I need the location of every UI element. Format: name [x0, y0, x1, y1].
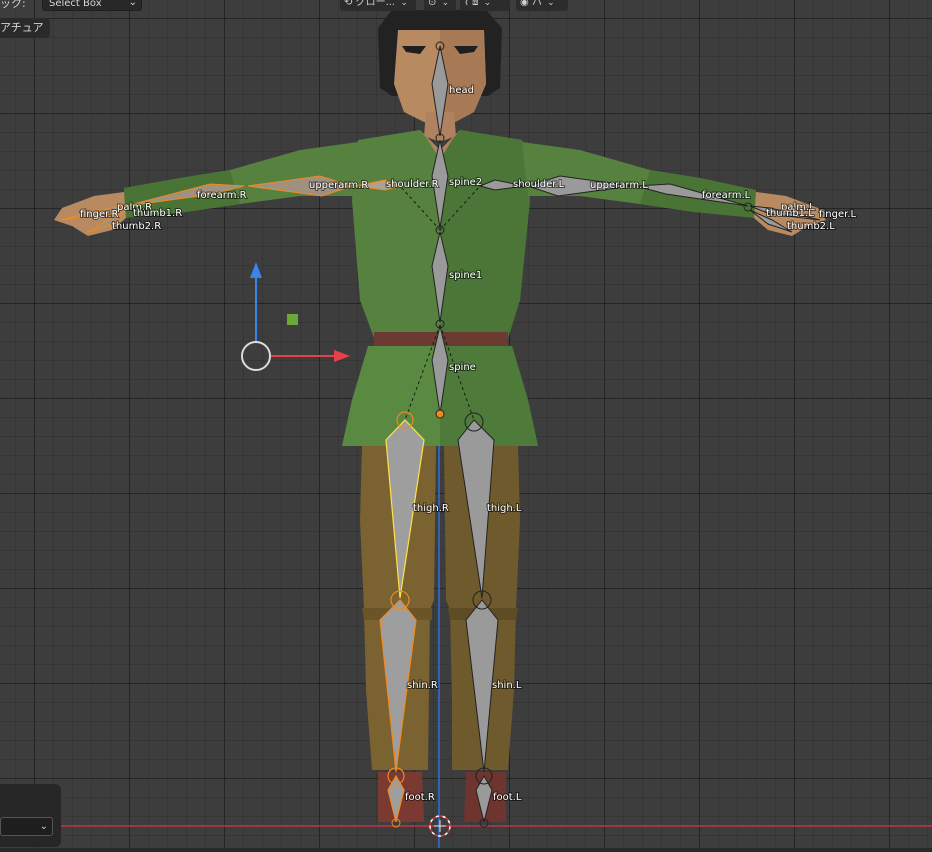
last-operator-panel[interactable]	[0, 784, 61, 847]
label-shoulder-r: shoulder.R	[386, 179, 439, 190]
snap-dropdown[interactable]: ⌇ ⧈ ⌄	[460, 0, 510, 11]
label-shoulder-l: shoulder.L	[513, 179, 565, 190]
gizmo-center-handle	[241, 341, 271, 371]
chevron-down-icon: ⌄	[128, 0, 137, 8]
status-strip	[0, 848, 932, 852]
label-spine1: spine1	[449, 270, 482, 281]
chevron-down-icon: ⌄	[400, 0, 408, 8]
operator-dropdown[interactable]: ⌄	[0, 817, 53, 836]
label-thigh-l: thigh.L	[487, 503, 522, 514]
label-head: head	[449, 85, 474, 96]
3d-viewport[interactable]: head spine2 spine1 spine shoulder.R shou…	[0, 0, 932, 852]
label-spine2: spine2	[449, 177, 482, 188]
transform-gizmo[interactable]	[241, 262, 350, 371]
bone-joint	[435, 409, 445, 419]
viewport-header: ック: Select Box ⌄ ⟲ グロー... ⌄ ⊙ ⌄ ⌇ ⧈ ⌄ ◉ …	[0, 0, 932, 14]
label-thigh-r: thigh.R	[413, 503, 449, 514]
proportional-edit-dropdown[interactable]: ◉ ハ ⌄	[516, 0, 568, 11]
gizmo-z-arrow-icon	[250, 262, 262, 278]
label-upperarm-r: upperarm.R	[309, 180, 368, 191]
pivot-point-dropdown[interactable]: ⊙ ⌄	[424, 0, 456, 11]
label-thumb2-l: thumb2.L	[787, 221, 835, 232]
gizmo-xz-plane-handle	[287, 314, 298, 325]
chevron-down-icon: ⌄	[547, 0, 555, 8]
label-thumb2-r: thumb2.R	[112, 221, 161, 232]
label-foot-r: foot.R	[405, 792, 435, 803]
label-finger-l: finger.L	[819, 209, 857, 220]
label-foot-l: foot.L	[493, 792, 522, 803]
scene-canvas[interactable]: head spine2 spine1 spine shoulder.R shou…	[0, 0, 932, 852]
label-thumb1-l: thumb1.L	[766, 208, 814, 219]
chevron-down-icon: ⌄	[483, 0, 492, 8]
tool-label: ック:	[0, 0, 26, 10]
label-shin-l: shin.L	[492, 680, 522, 691]
mirror-label: ハ	[531, 0, 542, 8]
select-mode-dropdown[interactable]: Select Box ⌄	[42, 0, 142, 11]
armature-mode-label[interactable]: アチュア	[0, 18, 50, 38]
select-mode-value: Select Box	[49, 0, 102, 9]
gizmo-x-arrow-icon	[334, 350, 350, 362]
transform-orientation-value: グロー...	[355, 0, 396, 8]
label-upperarm-l: upperarm.L	[590, 180, 648, 191]
pivot-icon: ⊙	[428, 0, 437, 8]
label-shin-r: shin.R	[407, 680, 438, 691]
label-forearm-r: forearm.R	[197, 190, 247, 201]
snap-increment-icon: ⧈	[472, 0, 479, 8]
transform-orientation-icon: ⟲	[344, 0, 353, 8]
label-spine: spine	[449, 362, 476, 373]
label-forearm-l: forearm.L	[702, 190, 751, 201]
label-thumb1-r: thumb1.R	[133, 208, 182, 219]
transform-orientation-dropdown[interactable]: ⟲ グロー... ⌄	[340, 0, 416, 11]
proportional-edit-icon: ◉	[520, 0, 529, 8]
chevron-down-icon: ⌄	[441, 0, 450, 8]
label-finger-r: finger.R	[80, 209, 119, 220]
snap-icon: ⌇	[464, 0, 469, 8]
chevron-down-icon: ⌄	[39, 821, 48, 832]
